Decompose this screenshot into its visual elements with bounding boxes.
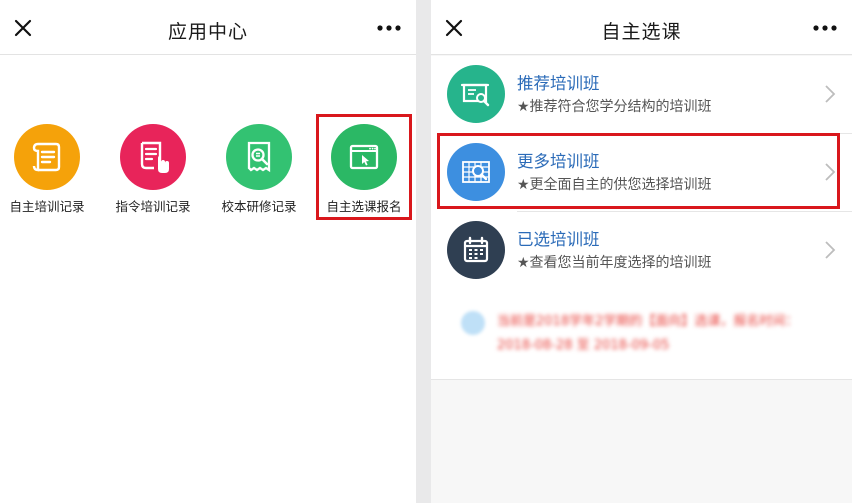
menu-item-more-classes[interactable]: 更多培训班 ★更全面自主的供您选择培训班 — [431, 134, 852, 212]
app-label: 自主选课报名 — [326, 199, 402, 214]
chevron-right-icon — [825, 241, 836, 259]
app-label: 校本研修记录 — [221, 199, 297, 214]
app-directive-training-record[interactable]: 指令培训记录 — [100, 124, 206, 215]
receipt-search-icon — [226, 124, 292, 190]
presentation-search-icon — [447, 65, 505, 123]
calendar-icon — [447, 221, 505, 279]
app-center-screen: 应用中心 自主培训记录 指令培训记录 校本研修记录 自主选课报名 — [0, 0, 416, 503]
menu-item-title: 已选培训班 — [517, 230, 600, 249]
document-hand-icon — [120, 124, 186, 190]
menu-item-recommended[interactable]: 推荐培训班 ★推荐符合您学分结构的培训班 — [431, 56, 852, 134]
menu-item-subtitle: ★查看您当前年度选择的培训班 — [517, 255, 712, 271]
enrollment-notice: 当前是2018学年2学期的【面向】选课，报名时间：2018-08-28 至 20… — [431, 290, 852, 380]
chevron-right-icon — [825, 85, 836, 103]
menu-item-subtitle: ★推荐符合您学分结构的培训班 — [517, 99, 712, 115]
page-title: 应用中心 — [167, 21, 248, 43]
course-menu-list: 推荐培训班 ★推荐符合您学分结构的培训班 更多培训班 ★更全面自主的供您选择培训… — [431, 56, 852, 290]
nav-bar: 应用中心 — [0, 0, 416, 55]
info-icon — [461, 311, 485, 335]
app-school-research-record[interactable]: 校本研修记录 — [206, 124, 312, 215]
page-title: 自主选课 — [601, 21, 682, 43]
app-self-training-record[interactable]: 自主培训记录 — [0, 124, 100, 215]
more-icon[interactable] — [812, 20, 838, 36]
notice-text: 当前是2018学年2学期的【面向】选课，报名时间：2018-08-28 至 20… — [497, 314, 799, 353]
menu-item-title: 推荐培训班 — [517, 74, 600, 93]
more-icon[interactable] — [376, 20, 402, 36]
app-label: 指令培训记录 — [115, 199, 191, 214]
scroll-document-icon — [14, 124, 80, 190]
app-label: 自主培训记录 — [9, 199, 85, 214]
menu-item-title: 更多培训班 — [517, 152, 600, 171]
menu-item-subtitle: ★更全面自主的供您选择培训班 — [517, 177, 712, 193]
chevron-right-icon — [825, 163, 836, 181]
nav-bar: 自主选课 — [431, 0, 852, 55]
grid-search-icon — [447, 143, 505, 201]
app-course-registration[interactable]: 自主选课报名 — [311, 124, 416, 215]
course-selection-screen: 自主选课 推荐培训班 ★推荐符合您学分结构的培训班 更多培训班 ★更全面自主的供… — [431, 0, 852, 503]
browser-window-cursor-icon — [331, 124, 397, 190]
menu-item-selected-classes[interactable]: 已选培训班 ★查看您当前年度选择的培训班 — [431, 212, 852, 290]
